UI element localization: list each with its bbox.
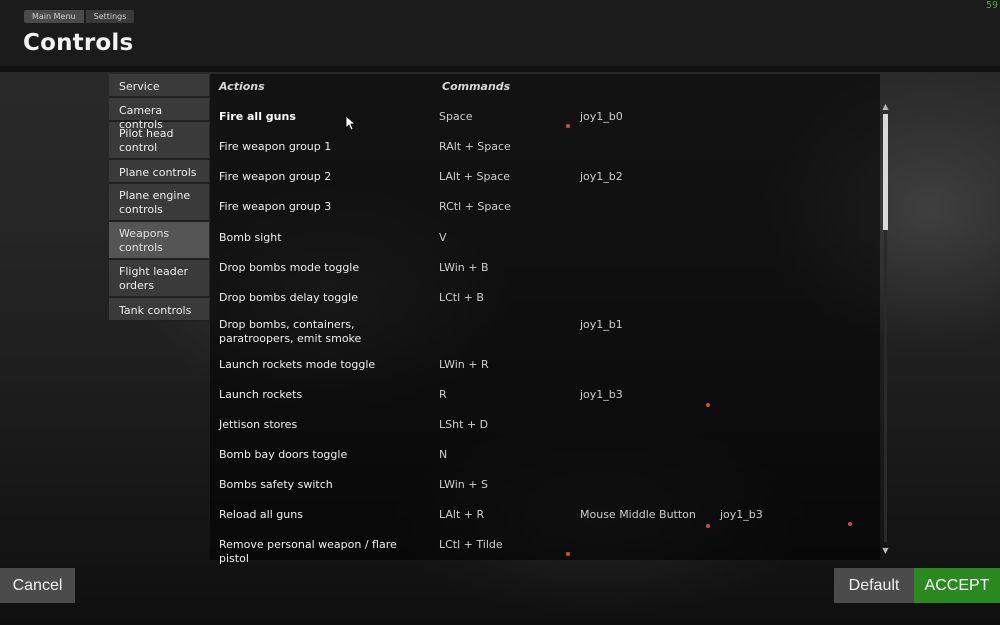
mouse-cursor-icon — [345, 115, 357, 131]
command-binding[interactable]: LWin + R — [439, 358, 489, 371]
joystick-binding-1[interactable]: joy1_b2 — [580, 170, 623, 183]
command-binding[interactable]: LCtl + Tilde — [439, 538, 503, 551]
joystick-binding-2[interactable]: joy1_b3 — [720, 508, 763, 521]
sidebar-item-label: Tank controls — [119, 304, 192, 317]
marker-dot — [566, 124, 570, 128]
command-binding[interactable]: LWin + B — [439, 261, 489, 274]
sidebar-item-service[interactable]: Service — [109, 74, 209, 98]
marker-dot — [706, 524, 710, 528]
breadcrumb-main-menu[interactable]: Main Menu — [24, 10, 84, 23]
column-header-actions: Actions — [219, 80, 265, 93]
action-label: Remove personal weapon / flare pistol — [219, 538, 397, 565]
header-divider — [0, 66, 1000, 72]
joystick-binding-1[interactable]: Mouse Middle Button — [580, 508, 696, 521]
command-binding[interactable]: Space — [439, 110, 473, 123]
action-label: Reload all guns — [219, 508, 303, 521]
breadcrumb-settings[interactable]: Settings — [85, 10, 135, 23]
sidebar-item-weapons-controls[interactable]: Weapons controls — [109, 222, 209, 260]
action-label: Fire weapon group 2 — [219, 170, 332, 183]
action-label: Drop bombs, containers, paratroopers, em… — [219, 318, 362, 345]
command-binding[interactable]: V — [439, 231, 447, 244]
sidebar-item-label: Weapons controls — [119, 227, 170, 254]
sidebar-item-camera-controls[interactable]: Camera controls — [109, 98, 209, 131]
sidebar-item-plane-controls[interactable]: Plane controls — [109, 160, 209, 184]
sidebar-item-plane-engine-controls[interactable]: Plane engine controls — [109, 184, 209, 222]
sidebar-item-label: Flight leader orders — [119, 265, 189, 292]
action-label: Fire weapon group 3 — [219, 200, 332, 213]
marker-dot — [566, 552, 570, 556]
table-header: Actions Commands — [210, 74, 880, 98]
default-button[interactable]: Default — [834, 568, 914, 603]
command-binding[interactable]: LAlt + R — [439, 508, 484, 521]
command-binding[interactable]: LWin + S — [439, 478, 488, 491]
command-binding[interactable]: RAlt + Space — [439, 140, 511, 153]
command-binding[interactable]: LCtl + B — [439, 291, 484, 304]
action-label: Fire weapon group 1 — [219, 140, 332, 153]
sidebar-item-flight-leader-orders[interactable]: Flight leader orders — [109, 260, 209, 298]
scroll-thumb[interactable] — [883, 114, 888, 230]
sidebar-item-label: Service — [119, 80, 160, 93]
action-label: Drop bombs delay toggle — [219, 291, 358, 304]
action-label: Launch rockets — [219, 388, 303, 401]
sidebar-item-pilot-head-control[interactable]: Pilot head control — [109, 122, 209, 160]
sidebar-item-label: Plane engine controls — [119, 189, 191, 216]
command-binding[interactable]: R — [439, 388, 447, 401]
scroll-up-icon[interactable]: ▲ — [881, 102, 890, 111]
breadcrumb: Main Menu Settings — [24, 10, 135, 23]
joystick-binding-1[interactable]: joy1_b3 — [580, 388, 623, 401]
action-label: Bomb bay doors toggle — [219, 448, 348, 461]
action-label: Launch rockets mode toggle — [219, 358, 376, 371]
command-binding[interactable]: LAlt + Space — [439, 170, 510, 183]
column-header-commands: Commands — [442, 80, 511, 93]
sidebar-item-tank-controls[interactable]: Tank controls — [109, 298, 209, 322]
sidebar-item-label: Pilot head control — [119, 127, 174, 154]
scroll-down-icon[interactable]: ▼ — [881, 546, 890, 555]
command-binding[interactable]: LSht + D — [439, 418, 488, 431]
action-label: Bombs safety switch — [219, 478, 333, 491]
fps-counter: 59 — [985, 0, 998, 11]
action-label: Bomb sight — [219, 231, 282, 244]
category-sidebar: Service Camera controls Pilot head contr… — [109, 74, 209, 322]
action-label: Fire all guns — [219, 110, 296, 123]
sidebar-item-label: Plane controls — [119, 166, 197, 179]
marker-dot — [706, 403, 710, 407]
header-bar: Main Menu Settings Controls 59 — [0, 0, 1000, 67]
page-title: Controls — [23, 30, 134, 56]
accept-button[interactable]: ACCEPT — [914, 568, 1000, 603]
command-binding[interactable]: N — [439, 448, 447, 461]
marker-dot — [848, 522, 852, 526]
bindings-table: Actions Commands Fire all guns Space joy1_… — [210, 74, 880, 565]
scrollbar[interactable]: ▲ ▼ — [880, 100, 891, 558]
action-label: Drop bombs mode toggle — [219, 261, 360, 274]
joystick-binding-1[interactable]: joy1_b0 — [580, 110, 623, 123]
action-label: Jettison stores — [219, 418, 298, 431]
command-binding[interactable]: RCtl + Space — [439, 200, 511, 213]
cancel-button[interactable]: Cancel — [0, 568, 75, 603]
joystick-binding-1[interactable]: joy1_b1 — [580, 318, 623, 331]
